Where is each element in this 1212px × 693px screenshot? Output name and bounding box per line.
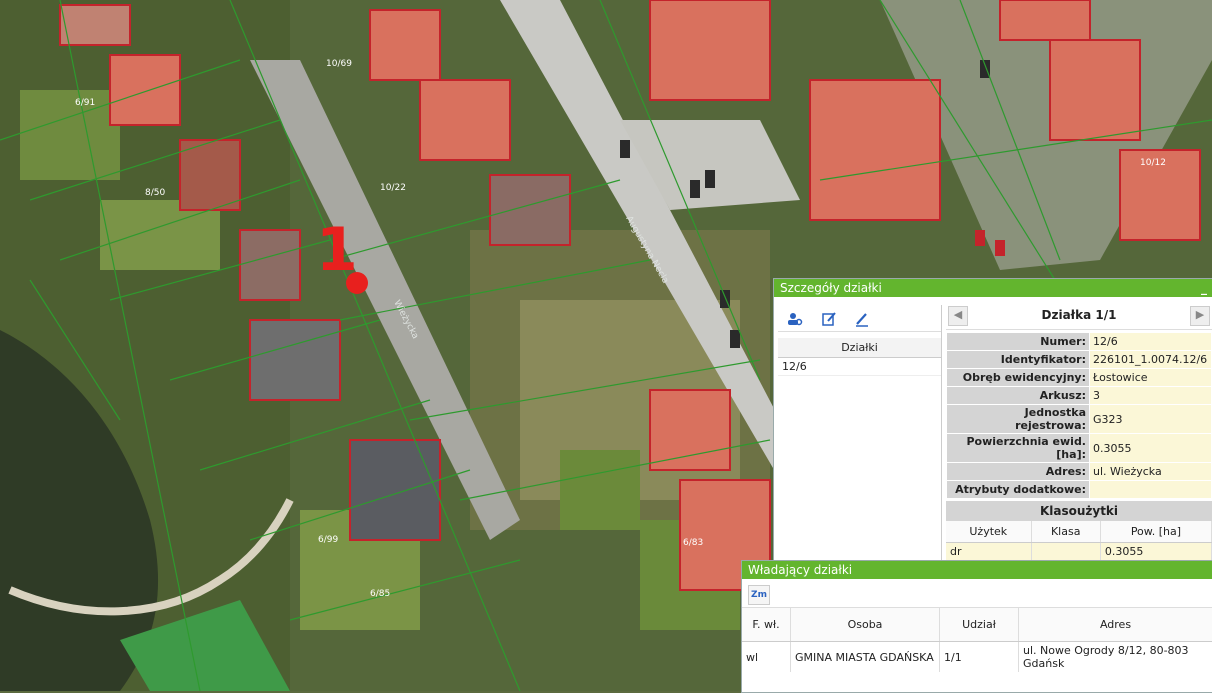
- parcel-details-panel: Szczegóły działki _ Działki 12/6 ◀ Dział…: [773, 278, 1212, 570]
- zm-icon[interactable]: Zm: [748, 585, 770, 605]
- attr-row: Atrybuty dodatkowe:: [947, 481, 1212, 499]
- land-use-header[interactable]: Użytek: [946, 521, 1031, 543]
- owners-cell: wl: [742, 642, 791, 673]
- owners-row[interactable]: wl GMINA MIASTA GDAŃSKA 1/1 ul. Nowe Ogr…: [742, 642, 1212, 673]
- parcel-label: 6/99: [318, 535, 338, 545]
- attr-row: Identyfikator:226101_1.0074.12/6: [947, 351, 1212, 369]
- owners-header[interactable]: Osoba: [791, 608, 940, 642]
- parcel-label: 6/85: [370, 589, 390, 599]
- attr-value: 3: [1090, 387, 1212, 405]
- parcel-list-item[interactable]: 12/6: [778, 358, 941, 376]
- owners-header[interactable]: Udział: [940, 608, 1019, 642]
- owners-toolbar: Zm: [742, 579, 1212, 608]
- attr-row: Numer:12/6: [947, 333, 1212, 351]
- parcel-info-column: ◀ Działka 1/1 ▶ Numer:12/6 Identyfikator…: [946, 301, 1212, 567]
- land-use-cell: dr: [946, 543, 1031, 561]
- attr-row: Arkusz:3: [947, 387, 1212, 405]
- owners-header[interactable]: Adres: [1019, 608, 1212, 642]
- parcel-label: 6/91: [75, 98, 95, 108]
- attr-row: Powierzchnia ewid. [ha]:0.3055: [947, 434, 1212, 463]
- parcel-nav-title: Działka 1/1: [946, 301, 1212, 329]
- owners-header[interactable]: F. wł.: [742, 608, 791, 642]
- minimize-button[interactable]: _: [1201, 279, 1207, 297]
- attr-label: Atrybuty dodatkowe:: [947, 481, 1090, 499]
- arrow-right-icon[interactable]: ▶: [1190, 306, 1210, 326]
- user-search-icon[interactable]: [784, 309, 806, 329]
- parcel-label: 6/83: [683, 538, 703, 548]
- attr-label: Numer:: [947, 333, 1090, 351]
- parcel-list-column: Działki 12/6: [778, 305, 942, 567]
- attr-value: [1090, 481, 1212, 499]
- details-toolbar: [778, 305, 941, 332]
- attr-value: 226101_1.0074.12/6: [1090, 351, 1212, 369]
- zm-label: Zm: [751, 590, 767, 600]
- land-use-row[interactable]: dr 0.3055: [946, 543, 1212, 561]
- land-use-title: Klasoużytki: [946, 501, 1212, 521]
- parcel-label: 8/50: [145, 188, 165, 198]
- attr-row: Adres:ul. Wieżycka: [947, 463, 1212, 481]
- attr-row: Obręb ewidencyjny:Łostowice: [947, 369, 1212, 387]
- land-use-table: Użytek Klasa Pow. [ha] dr 0.3055: [946, 521, 1212, 560]
- details-titlebar[interactable]: Szczegóły działki _: [774, 279, 1212, 297]
- attr-label: Adres:: [947, 463, 1090, 481]
- attr-label: Obręb ewidencyjny:: [947, 369, 1090, 387]
- land-use-cell: [1031, 543, 1100, 561]
- attr-row: Jednostka rejestrowa:G323: [947, 405, 1212, 434]
- parcel-label: 10/69: [326, 59, 352, 69]
- attr-value: ul. Wieżycka: [1090, 463, 1212, 481]
- details-title: Szczegóły działki: [780, 281, 882, 295]
- edit-icon[interactable]: [818, 309, 840, 329]
- owners-cell: GMINA MIASTA GDAŃSKA: [791, 642, 940, 673]
- attr-label: Powierzchnia ewid. [ha]:: [947, 434, 1090, 463]
- owners-titlebar[interactable]: Władający działki: [742, 561, 1212, 579]
- attr-value: 12/6: [1090, 333, 1212, 351]
- parcel-navigator: ◀ Działka 1/1 ▶: [946, 301, 1212, 330]
- owners-cell: ul. Nowe Ogrody 8/12, 80-803 Gdańsk: [1019, 642, 1212, 673]
- owners-title: Władający działki: [748, 563, 852, 577]
- attr-label: Arkusz:: [947, 387, 1090, 405]
- land-use-header[interactable]: Pow. [ha]: [1100, 521, 1211, 543]
- parcel-owners-panel: Władający działki Zm F. wł. Osoba Udział…: [741, 560, 1212, 693]
- attr-value: Łostowice: [1090, 369, 1212, 387]
- parcel-attributes-table: Numer:12/6 Identyfikator:226101_1.0074.1…: [946, 332, 1212, 499]
- parcel-label: 10/12: [1140, 158, 1166, 168]
- land-use-cell: 0.3055: [1100, 543, 1211, 561]
- marker-dot: [346, 272, 368, 294]
- parcel-label: 10/22: [380, 183, 406, 193]
- owners-table: F. wł. Osoba Udział Adres wl GMINA MIAST…: [742, 608, 1212, 672]
- owners-cell: 1/1: [940, 642, 1019, 673]
- parcel-list-header: Działki: [778, 338, 941, 358]
- pencil-icon[interactable]: [851, 309, 873, 329]
- land-use-header[interactable]: Klasa: [1031, 521, 1100, 543]
- attr-value: G323: [1090, 405, 1212, 434]
- attr-label: Identyfikator:: [947, 351, 1090, 369]
- arrow-left-icon[interactable]: ◀: [948, 306, 968, 326]
- attr-label: Jednostka rejestrowa:: [947, 405, 1090, 434]
- attr-value: 0.3055: [1090, 434, 1212, 463]
